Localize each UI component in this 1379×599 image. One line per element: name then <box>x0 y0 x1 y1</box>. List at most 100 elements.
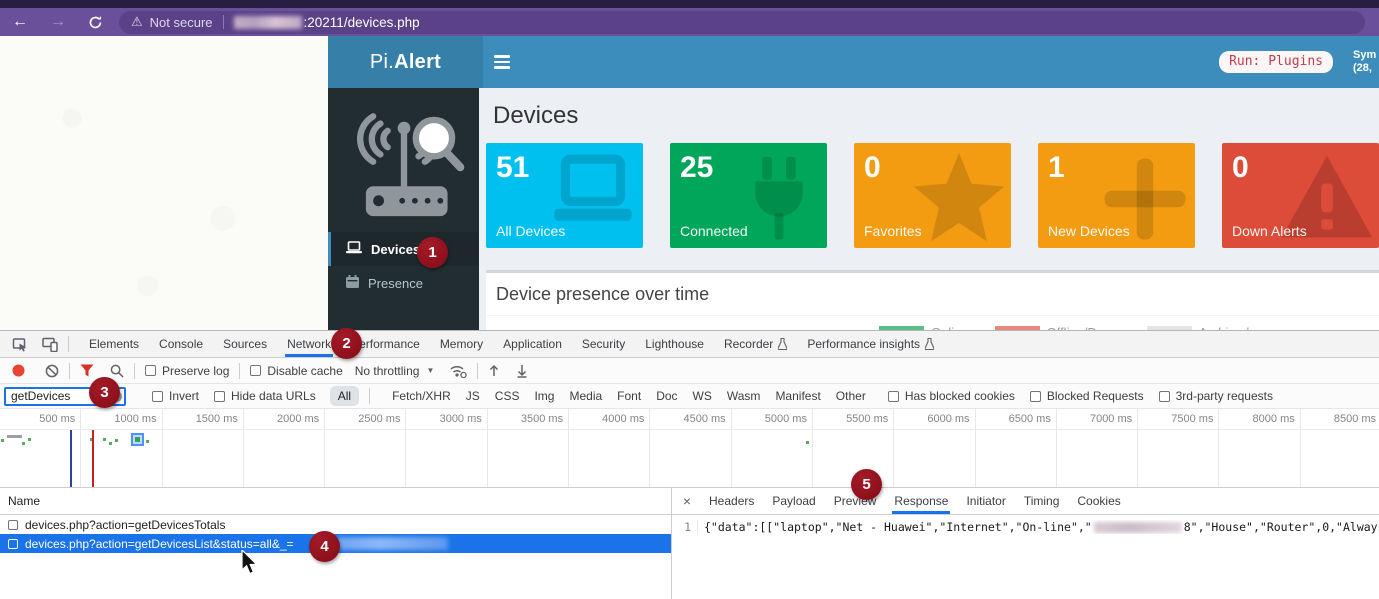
forward-icon[interactable]: → <box>50 14 66 30</box>
throttling-dropdown[interactable]: No throttling▼ <box>355 364 435 378</box>
checkbox[interactable] <box>250 365 261 376</box>
requests-name-header[interactable]: Name <box>0 488 671 515</box>
request-name: devices.php?action=getDevicesTotals <box>25 518 225 532</box>
card-new-devices[interactable]: 1 New Devices <box>1038 143 1195 248</box>
request-row-totals[interactable]: devices.php?action=getDevicesTotals <box>0 515 671 534</box>
summary-cards: 51 All Devices 25 Connected <box>486 143 1379 248</box>
checkbox[interactable] <box>8 539 18 549</box>
checkbox[interactable] <box>1030 391 1041 402</box>
tab-performance-insights[interactable]: Performance insights <box>797 331 944 357</box>
network-toolbar: Preserve log Disable cache No throttling… <box>0 358 1379 384</box>
third-party-requests-checkbox[interactable]: 3rd-party requests <box>1159 389 1273 403</box>
filter-chip-img[interactable]: Img <box>534 389 554 403</box>
filter-chip-js[interactable]: JS <box>466 389 480 403</box>
card-value: 0 <box>1232 151 1369 186</box>
redacted-mac-address <box>1094 522 1182 533</box>
filter-chip-ws[interactable]: WS <box>693 389 712 403</box>
has-blocked-cookies-checkbox[interactable]: Has blocked cookies <box>888 389 1015 403</box>
sidebar-item-presence[interactable]: Presence <box>328 266 479 300</box>
detail-tab-timing[interactable]: Timing <box>1015 488 1069 514</box>
import-har-icon[interactable] <box>488 364 500 378</box>
tab-console[interactable]: Console <box>149 331 213 357</box>
brand-logo[interactable]: Pi.Alert <box>328 36 483 88</box>
dom-content-loaded-line <box>70 430 72 488</box>
reload-icon[interactable] <box>88 15 103 30</box>
filter-chip-other[interactable]: Other <box>836 389 866 403</box>
blocked-requests-checkbox[interactable]: Blocked Requests <box>1030 389 1144 403</box>
detail-tab-headers[interactable]: Headers <box>700 488 763 514</box>
network-conditions-icon[interactable] <box>450 364 467 378</box>
load-event-line <box>92 430 94 488</box>
tab-sources[interactable]: Sources <box>213 331 277 357</box>
card-all-devices[interactable]: 51 All Devices <box>486 143 643 248</box>
timeline-activity-bar <box>7 435 22 438</box>
run-plugins-button[interactable]: Run: Plugins <box>1219 51 1333 73</box>
timeline-tick-label: 1000 ms <box>81 409 161 425</box>
filter-chip-fetch-xhr[interactable]: Fetch/XHR <box>392 389 451 403</box>
clear-icon[interactable] <box>45 364 59 378</box>
tab-memory[interactable]: Memory <box>430 331 493 357</box>
timeline-ruler: 500 ms 1000 ms 1500 ms 2000 ms <box>0 409 1379 488</box>
tab-label: Recorder <box>724 331 773 357</box>
filter-chip-css[interactable]: CSS <box>495 389 520 403</box>
timeline-tick: 3000 ms <box>406 409 487 488</box>
filter-icon[interactable] <box>80 364 94 377</box>
timeline-tick-label: 8000 ms <box>1219 409 1299 425</box>
annotation-badge-3: 3 <box>89 377 120 408</box>
calendar-icon <box>346 275 359 291</box>
response-viewer[interactable]: 1 {"data":[["laptop","Net - Huawei","Int… <box>672 515 1379 534</box>
timeline-activity-dot <box>1 439 4 442</box>
close-icon[interactable]: × <box>678 493 696 509</box>
network-filter-row: ✕ Invert Hide data URLs All Fetch/XHR JS… <box>0 384 1379 409</box>
response-text-before: {"data":[["laptop","Net - Huawei","Inter… <box>704 520 1092 534</box>
search-icon[interactable] <box>110 364 124 378</box>
timeline-tick: 6500 ms <box>976 409 1057 488</box>
filter-chip-font[interactable]: Font <box>617 389 641 403</box>
filter-chip-manifest[interactable]: Manifest <box>775 389 820 403</box>
checkbox[interactable] <box>888 391 899 402</box>
sidebar-item-devices[interactable]: Devices <box>328 232 479 266</box>
export-har-icon[interactable] <box>516 364 528 378</box>
card-label: New Devices <box>1048 223 1130 239</box>
tab-elements[interactable]: Elements <box>79 331 149 357</box>
address-bar[interactable]: ⚠ Not secure :20211/devices.php <box>119 11 1365 34</box>
hide-data-urls-checkbox[interactable]: Hide data URLs <box>214 389 316 403</box>
app-main: Devices 51 All Devices 25 Co <box>479 88 1379 330</box>
checkbox[interactable] <box>152 391 163 402</box>
detail-tab-response[interactable]: Response <box>885 488 957 514</box>
checkbox[interactable] <box>1159 391 1170 402</box>
checkbox[interactable] <box>8 520 18 530</box>
filter-chip-wasm[interactable]: Wasm <box>727 389 761 403</box>
detail-tab-payload[interactable]: Payload <box>763 488 824 514</box>
invert-checkbox[interactable]: Invert <box>152 389 199 403</box>
tab-application[interactable]: Application <box>493 331 572 357</box>
checkbox-label: 3rd-party requests <box>1176 389 1273 403</box>
card-down-alerts[interactable]: 0 Down Alerts <box>1222 143 1379 248</box>
timeline-activity-dot <box>806 441 809 444</box>
back-icon[interactable]: ← <box>12 14 28 30</box>
inspect-element-icon[interactable] <box>12 336 28 352</box>
tab-security[interactable]: Security <box>572 331 635 357</box>
tab-lighthouse[interactable]: Lighthouse <box>635 331 714 357</box>
checkbox[interactable] <box>214 391 225 402</box>
detail-tab-initiator[interactable]: Initiator <box>957 488 1014 514</box>
filter-chip-all[interactable]: All <box>330 386 359 406</box>
disable-cache-checkbox[interactable]: Disable cache <box>250 364 342 378</box>
card-favorites[interactable]: 0 Favorites <box>854 143 1011 248</box>
checkbox[interactable] <box>145 365 156 376</box>
toggle-device-toolbar-icon[interactable] <box>42 337 58 352</box>
preserve-log-checkbox[interactable]: Preserve log <box>145 364 229 378</box>
timeline-tick-label: 3500 ms <box>488 409 568 425</box>
tab-recorder[interactable]: Recorder <box>714 331 797 357</box>
hamburger-menu-icon[interactable] <box>483 36 523 88</box>
timeline-activity-dot <box>28 438 31 441</box>
timeline-activity-dot <box>115 439 118 442</box>
record-icon[interactable] <box>12 364 25 377</box>
detail-tab-cookies[interactable]: Cookies <box>1068 488 1129 514</box>
timeline-tick: 4500 ms <box>650 409 731 488</box>
card-connected[interactable]: 25 Connected <box>670 143 827 248</box>
filter-chip-doc[interactable]: Doc <box>656 389 677 403</box>
network-overview-timeline[interactable]: 500 ms 1000 ms 1500 ms 2000 ms <box>0 409 1379 488</box>
filter-chip-media[interactable]: Media <box>569 389 602 403</box>
flask-icon <box>778 338 787 350</box>
